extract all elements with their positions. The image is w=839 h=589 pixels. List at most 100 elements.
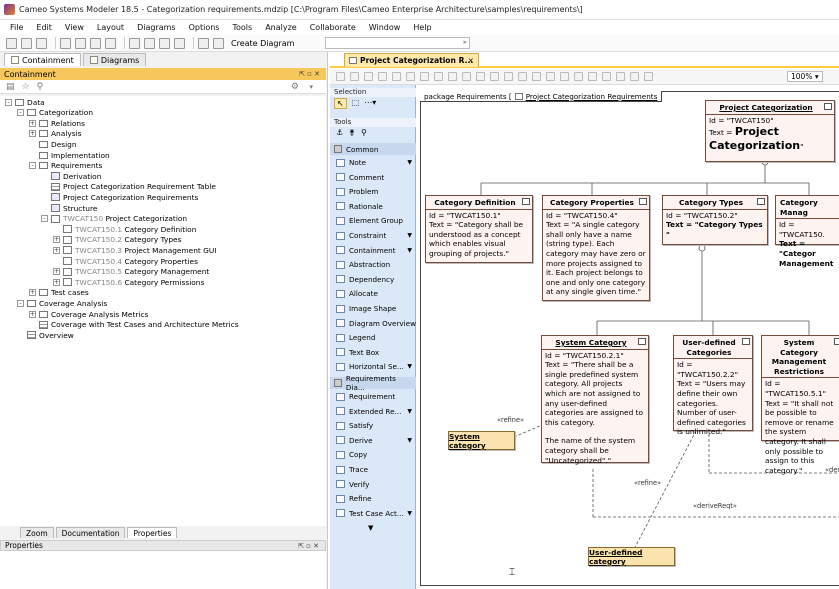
tree-node[interactable]: + Relations: [29, 118, 85, 128]
tree-node[interactable]: TWCAT150.1 Category Definition: [53, 224, 196, 234]
size-icon[interactable]: [560, 72, 569, 81]
undo-icon[interactable]: [129, 37, 140, 49]
tree-node[interactable]: + Coverage Analysis Metrics: [29, 309, 148, 319]
palette-item[interactable]: Comment: [330, 171, 416, 184]
palette-item[interactable]: Containment ▼: [330, 244, 416, 257]
forward-icon[interactable]: [350, 72, 359, 81]
palette-item[interactable]: Text Box: [330, 346, 416, 359]
align-right-icon[interactable]: [490, 72, 499, 81]
palette-item[interactable]: Satisfy: [330, 419, 416, 432]
tree-node[interactable]: - Requirements: [29, 161, 102, 171]
align-center-icon[interactable]: [476, 72, 485, 81]
new-project-icon[interactable]: [6, 37, 17, 49]
tree-node[interactable]: Project Categorization Requirement Table: [41, 182, 216, 192]
requirement-category-types[interactable]: Category Types Id = "TWCAT150.2" Text = …: [662, 195, 768, 245]
requirement-category-properties[interactable]: Category Properties Id = "TWCAT150.4" Te…: [542, 195, 650, 301]
expand-icon[interactable]: +: [53, 246, 60, 254]
chevron-down-icon[interactable]: ▼: [407, 510, 412, 517]
chevron-down-icon[interactable]: ▼: [407, 232, 412, 239]
palette-item[interactable]: Derive ▼: [330, 434, 416, 447]
validate-icon[interactable]: [159, 37, 170, 49]
tree-node[interactable]: - Categorization: [17, 108, 93, 118]
chevron-down-icon[interactable]: ▼: [407, 437, 412, 444]
palette-item[interactable]: Refine: [330, 492, 416, 505]
cut-icon[interactable]: [75, 37, 86, 49]
tab-properties[interactable]: Properties: [127, 527, 178, 538]
expand-icon[interactable]: +: [53, 278, 60, 286]
tab-zoom[interactable]: Zoom: [20, 527, 54, 538]
search-icon[interactable]: ⚲: [37, 82, 44, 92]
align-left-icon[interactable]: [462, 72, 471, 81]
chevron-down-icon[interactable]: ▼: [407, 363, 412, 370]
expand-icon[interactable]: +: [53, 236, 60, 244]
tree-node[interactable]: + Test cases: [29, 288, 89, 298]
layout-icon[interactable]: [364, 72, 373, 81]
save-icon[interactable]: [36, 37, 47, 49]
open-project-icon[interactable]: [21, 37, 32, 49]
tab-diagrams[interactable]: Diagrams: [82, 53, 147, 66]
requirement-category-management[interactable]: Category Manag Id = "TWCAT150. Text = "C…: [775, 195, 839, 268]
tree-node[interactable]: Coverage with Test Cases and Architectur…: [29, 320, 239, 330]
menu-tools[interactable]: Tools: [232, 23, 252, 32]
gear-icon[interactable]: ⚙: [291, 82, 299, 92]
tree-node[interactable]: + TWCAT150.6 Category Permissions: [53, 277, 204, 287]
grid-icon[interactable]: [574, 72, 583, 81]
collapse-icon[interactable]: -: [5, 98, 12, 106]
diagram-canvas[interactable]: package Requirements [ Project Categoriz…: [417, 85, 839, 589]
block-system-category[interactable]: System category: [448, 431, 515, 450]
align-icon[interactable]: ⚲: [361, 128, 367, 137]
palette-item[interactable]: Problem: [330, 185, 416, 198]
collapse-icon[interactable]: -: [29, 162, 36, 170]
tree-node[interactable]: Project Categorization Requirements: [41, 192, 198, 202]
diagram-select-icon[interactable]: [198, 37, 209, 49]
palette-item[interactable]: Allocate: [330, 287, 416, 300]
print-icon[interactable]: [60, 37, 71, 49]
align-bottom-icon[interactable]: [532, 72, 541, 81]
expand-icon[interactable]: +: [53, 268, 60, 276]
collapse-icon[interactable]: -: [17, 299, 24, 307]
collapse-icon[interactable]: ▤: [6, 82, 15, 92]
zoom-in-icon[interactable]: [630, 72, 639, 81]
menu-options[interactable]: Options: [189, 23, 220, 32]
chevron-down-icon[interactable]: ▼: [407, 159, 412, 166]
palette-group-common[interactable]: Common: [330, 143, 416, 155]
palette-more-icon[interactable]: ▼: [368, 524, 373, 532]
font-icon[interactable]: [420, 72, 429, 81]
palette-item[interactable]: Rationale: [330, 200, 416, 213]
chevron-down-icon[interactable]: ▼: [407, 247, 412, 254]
requirement-category-definition[interactable]: Category Definition Id = "TWCAT150.1" Te…: [425, 195, 533, 263]
chevron-down-icon[interactable]: ▼: [407, 408, 412, 415]
favorite-star-icon[interactable]: ☆: [22, 82, 30, 92]
tree-node[interactable]: Overview: [17, 330, 74, 340]
palette-item[interactable]: Copy: [330, 448, 416, 461]
requirement-project-categorization[interactable]: Project Categorization Id = "TWCAT150" T…: [705, 100, 835, 162]
tree-node[interactable]: - Data: [5, 97, 45, 107]
delete-icon[interactable]: [406, 72, 415, 81]
panel-window-icons[interactable]: ⇱ ▫ ✕: [298, 542, 319, 550]
menu-edit[interactable]: Edit: [36, 23, 52, 32]
close-icon[interactable]: ×: [468, 56, 474, 65]
palette-item[interactable]: Legend: [330, 331, 416, 344]
align-middle-icon[interactable]: [518, 72, 527, 81]
palette-item[interactable]: Diagram Overview: [330, 317, 416, 330]
marquee-select-icon[interactable]: ⬚: [352, 98, 360, 109]
back-icon[interactable]: [336, 72, 345, 81]
create-diagram-icon[interactable]: [213, 37, 224, 49]
tab-documentation[interactable]: Documentation: [55, 527, 126, 538]
menu-collaborate[interactable]: Collaborate: [310, 23, 356, 32]
tab-project-categorization[interactable]: Project Categorization R... ×: [344, 53, 479, 67]
palette-item[interactable]: Abstraction: [330, 258, 416, 271]
fill-icon[interactable]: [434, 72, 443, 81]
tree-node[interactable]: + Analysis: [29, 129, 81, 139]
collapse-icon[interactable]: -: [17, 109, 24, 117]
requirement-user-defined-categories[interactable]: User-defined Categories Id = "TWCAT150.2…: [673, 335, 753, 436]
tree-node[interactable]: - Coverage Analysis: [17, 298, 107, 308]
redo-icon[interactable]: [144, 37, 155, 49]
panel-window-icons[interactable]: ⇱ ▫ ✕: [299, 70, 320, 78]
palette-item[interactable]: Image Shape: [330, 302, 416, 315]
tree-node[interactable]: + TWCAT150.5 Category Management: [53, 267, 209, 277]
route-icon[interactable]: [588, 72, 597, 81]
requirement-system-category-management-restrictions[interactable]: System Category Management Restrictions …: [761, 335, 839, 475]
tree-node[interactable]: Implementation: [29, 150, 110, 160]
zoom-fit-icon[interactable]: [616, 72, 625, 81]
